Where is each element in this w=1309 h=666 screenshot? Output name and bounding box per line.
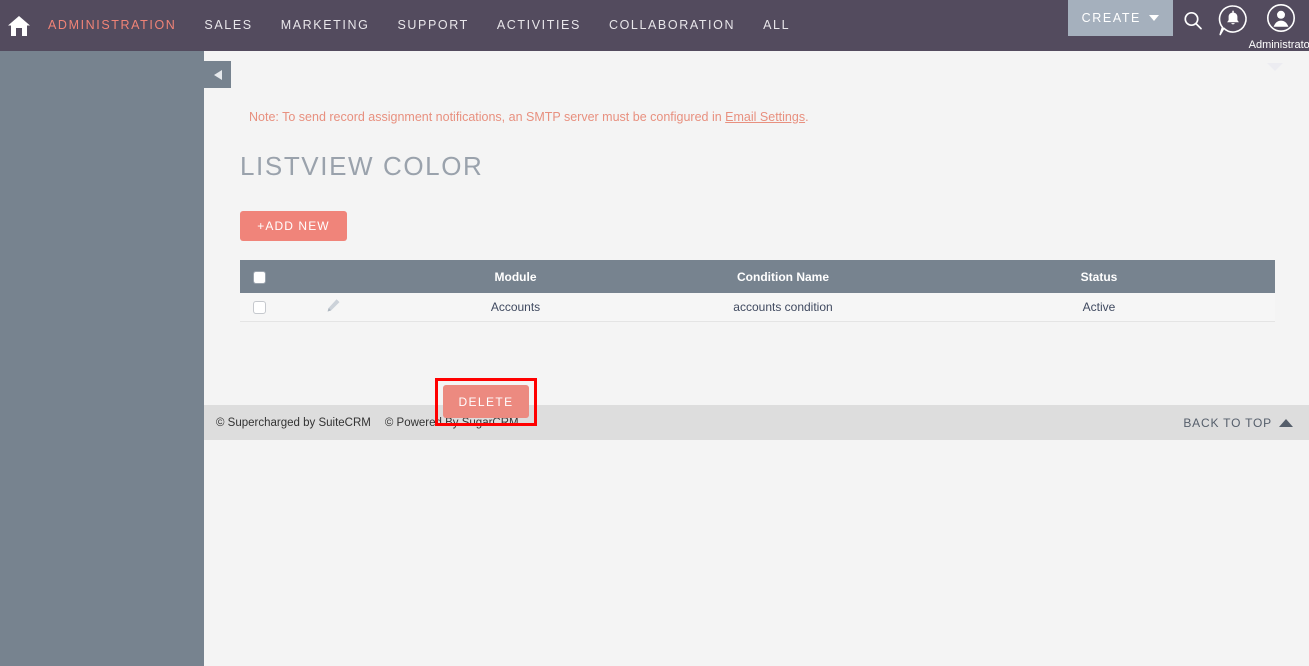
main-content: Note: To send record assignment notifica…	[204, 51, 1309, 666]
smtp-note-suffix: .	[805, 110, 809, 124]
row-module: Accounts	[388, 293, 643, 322]
sidebar-collapse-button[interactable]	[204, 61, 231, 88]
navbar-right-controls: CREATE Administrator	[1067, 0, 1309, 51]
table-header: Module Condition Name Status	[240, 260, 1275, 293]
add-new-button[interactable]: +ADD NEW	[240, 211, 347, 241]
row-condition-name: accounts condition	[643, 293, 923, 322]
nav-link-all[interactable]: ALL	[749, 0, 804, 51]
chevron-down-icon	[1149, 15, 1159, 21]
nav-link-activities[interactable]: ACTIVITIES	[483, 0, 595, 51]
panel-chevron-down-icon[interactable]	[1267, 63, 1283, 71]
page-footer: © Supercharged by SuiteCRM © Powered By …	[204, 405, 1309, 440]
arrow-up-icon	[1279, 418, 1293, 427]
notification-bell-icon[interactable]	[1213, 0, 1253, 42]
footer-sugarcrm-credit[interactable]: © Powered By SugarCRM	[385, 417, 519, 429]
module-header[interactable]: Module	[388, 260, 643, 293]
collapse-left-icon	[213, 69, 222, 80]
user-avatar-icon	[1266, 3, 1296, 38]
row-checkbox[interactable]	[252, 300, 266, 314]
footer-suitecrm-credit[interactable]: © Supercharged by SuiteCRM	[216, 417, 371, 429]
search-icon[interactable]	[1173, 0, 1213, 42]
home-icon[interactable]	[4, 11, 34, 41]
table-header-row: Module Condition Name Status	[240, 260, 1275, 293]
actions-header	[278, 260, 388, 293]
back-to-top-button[interactable]: BACK TO TOP	[1183, 416, 1293, 430]
page-title: LISTVIEW COLOR	[240, 151, 484, 181]
condition-name-header[interactable]: Condition Name	[643, 260, 923, 293]
nav-link-support[interactable]: SUPPORT	[383, 0, 482, 51]
user-menu[interactable]: Administrator	[1249, 0, 1309, 51]
row-select-cell	[240, 293, 278, 322]
edit-pencil-icon[interactable]	[326, 298, 341, 316]
back-to-top-label: BACK TO TOP	[1183, 415, 1272, 430]
email-settings-link[interactable]: Email Settings	[725, 110, 805, 124]
select-all-checkbox[interactable]	[252, 270, 266, 284]
nav-link-sales[interactable]: SALES	[190, 0, 266, 51]
delete-button[interactable]: DELETE	[443, 385, 529, 418]
smtp-note-prefix: Note: To send record assignment notifica…	[249, 110, 726, 124]
row-edit-cell	[278, 293, 388, 322]
select-all-header	[240, 260, 278, 293]
create-button-label: CREATE	[1081, 11, 1141, 25]
table-row[interactable]: Accounts accounts condition Active	[240, 293, 1275, 322]
top-navbar: ADMINISTRATION SALES MARKETING SUPPORT A…	[0, 0, 1309, 51]
table-body: Accounts accounts condition Active	[240, 293, 1275, 322]
left-sidebar	[0, 51, 204, 666]
listview-color-table: Module Condition Name Status Accounts ac…	[240, 260, 1275, 322]
nav-links: ADMINISTRATION SALES MARKETING SUPPORT A…	[34, 0, 804, 51]
nav-link-administration[interactable]: ADMINISTRATION	[34, 0, 190, 51]
user-name-label: Administrator	[1248, 39, 1309, 51]
nav-link-marketing[interactable]: MARKETING	[267, 0, 384, 51]
nav-link-collaboration[interactable]: COLLABORATION	[595, 0, 749, 51]
footer-credits: © Supercharged by SuiteCRM © Powered By …	[216, 417, 519, 429]
smtp-note: Note: To send record assignment notifica…	[249, 110, 809, 124]
create-button[interactable]: CREATE	[1067, 0, 1173, 36]
row-status: Active	[923, 293, 1275, 322]
status-header[interactable]: Status	[923, 260, 1275, 293]
